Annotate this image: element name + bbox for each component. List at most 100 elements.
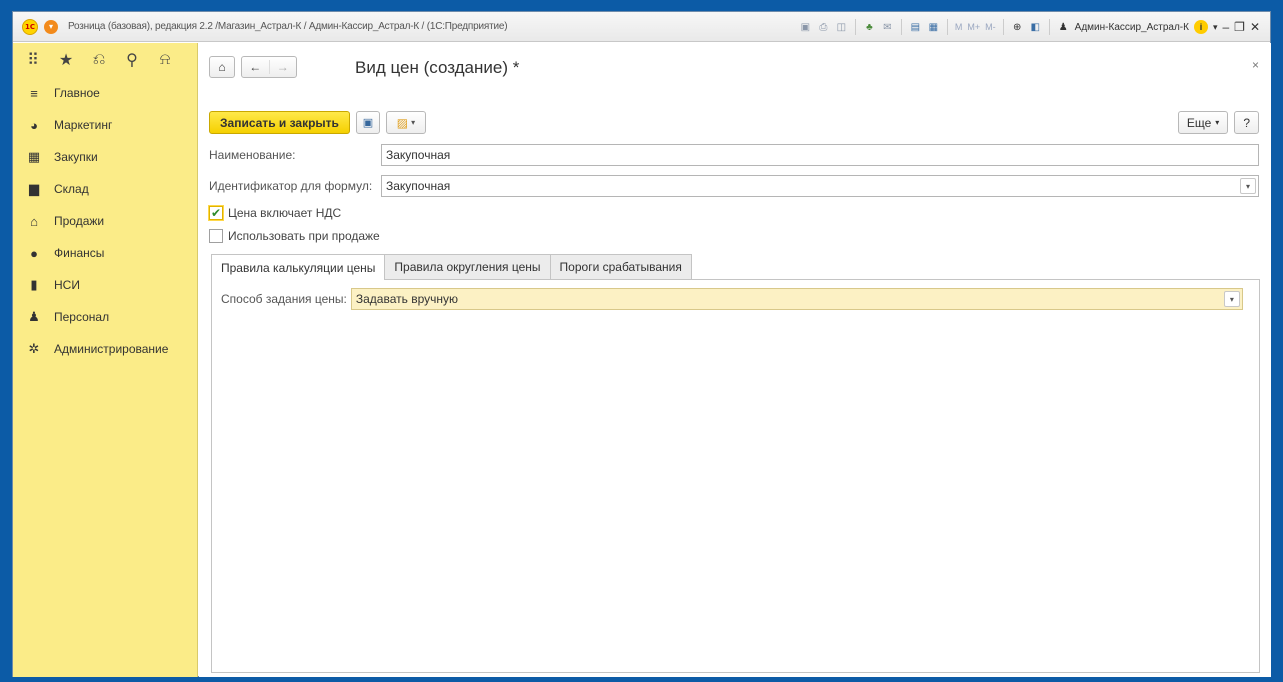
home-icon: ⌂ <box>218 60 226 74</box>
formula-id-label: Идентификатор для формул: <box>209 179 373 193</box>
vat-checkbox[interactable]: ✔ <box>209 206 223 220</box>
sidebar-item-finance[interactable]: ● Финансы <box>13 237 197 269</box>
title-toolbar: ▣ ⎙ ◫ ♣ ✉ ▤ ▦ M M+ M- ⊕ ◧ ♟ Админ-Кассир… <box>799 12 1260 42</box>
price-method-row: Способ задания цены: Задавать вручную ▾ <box>221 288 1243 310</box>
dropdown-icon[interactable]: ▾ <box>1213 22 1218 33</box>
floppy-icon: ▣ <box>362 117 374 129</box>
form-area: ⌂ ← → Вид цен (создание) * × Записать и … <box>199 43 1271 677</box>
main-menu-icon[interactable]: ▾ <box>44 19 58 34</box>
page-title: Вид цен (создание) * <box>355 58 520 77</box>
save-and-close-button[interactable]: Записать и закрыть <box>209 111 350 134</box>
users-icon[interactable]: ♣ <box>863 21 876 34</box>
sidebar-item-label: Персонал <box>54 310 110 324</box>
memory-plus-button[interactable]: M+ <box>967 22 980 32</box>
1c-logo-icon[interactable]: 1С <box>22 18 38 35</box>
toolbar-divider <box>1002 19 1004 35</box>
formula-field-row: Идентификатор для формул: Закупочная ▾ <box>209 175 1259 197</box>
toolbar-divider <box>1048 19 1050 35</box>
ruble-icon: ● <box>30 245 38 261</box>
checkmark-icon: ✔ <box>210 206 222 220</box>
books-icon: ▮ <box>30 277 38 292</box>
name-label: Наименование: <box>209 148 296 162</box>
use-in-sale-label: Использовать при продаже <box>228 229 380 243</box>
save-button[interactable]: ▣ <box>355 111 380 134</box>
star-icon[interactable]: ★ <box>58 50 74 70</box>
print-icon[interactable]: ⎙ <box>817 21 830 34</box>
preview-icon[interactable]: ◫ <box>835 21 848 34</box>
sidebar-item-label: Склад <box>54 182 89 196</box>
form-toolbar-right: Еще ▾ ? <box>1177 111 1259 134</box>
price-method-label: Способ задания цены: <box>221 292 347 306</box>
toolbar-divider <box>946 19 948 35</box>
tab-thresholds[interactable]: Пороги срабатывания <box>549 254 692 279</box>
sidebar-item-label: НСИ <box>54 278 80 292</box>
bell-icon[interactable]: ⍾ <box>157 51 173 69</box>
grid-icon[interactable]: ⠿ <box>25 50 41 70</box>
more-button[interactable]: Еще ▾ <box>1177 111 1229 134</box>
panels-icon[interactable]: ◧ <box>1029 21 1042 34</box>
tab-panel: Способ задания цены: Задавать вручную ▾ <box>211 279 1260 673</box>
sidebar-item-sales[interactable]: ⌂ Продажи <box>13 205 197 237</box>
create-based-on-button[interactable]: ▨ ▾ <box>385 111 426 134</box>
search-icon[interactable]: ⚲ <box>124 50 140 70</box>
dropdown-button[interactable]: ▾ <box>1223 291 1240 307</box>
save-icon[interactable]: ▣ <box>799 21 812 34</box>
pie-chart-icon: ◕ <box>30 117 38 133</box>
vat-checkbox-row[interactable]: ✔ Цена включает НДС <box>209 206 341 220</box>
basket-icon: ⌂ <box>30 213 38 229</box>
close-window-icon[interactable]: ✕ <box>1250 20 1260 34</box>
calculator-icon[interactable]: ▤ <box>909 21 922 34</box>
person-icon: ♟ <box>28 309 40 324</box>
back-arrow-icon[interactable]: ← <box>242 60 269 74</box>
restore-icon[interactable]: ❐ <box>1234 20 1245 34</box>
close-form-icon[interactable]: × <box>1252 58 1259 72</box>
current-user[interactable]: Админ-Кассир_Астрал-К <box>1075 22 1189 33</box>
sidebar-item-personnel[interactable]: ♟ Персонал <box>13 301 197 333</box>
dropdown-button[interactable]: ▾ <box>1240 178 1256 194</box>
minimize-icon[interactable]: – <box>1222 20 1229 34</box>
chevron-down-icon: ▾ <box>411 118 416 127</box>
use-in-sale-checkbox[interactable] <box>209 229 223 243</box>
price-method-select[interactable]: Задавать вручную ▾ <box>350 288 1243 310</box>
zoom-icon[interactable]: ⊕ <box>1011 21 1024 34</box>
toolbar-divider <box>900 19 902 35</box>
document-arrow-icon: ▨ <box>396 115 409 130</box>
history-icon[interactable]: ⎌ <box>91 51 107 69</box>
memory-m-button[interactable]: M <box>955 22 963 32</box>
app-window: 1С ▾ Розница (базовая), редакция 2.2 /Ма… <box>12 11 1271 677</box>
sidebar-item-label: Главное <box>54 86 100 100</box>
sidebar-item-warehouse[interactable]: ▆ Склад <box>13 173 197 205</box>
tab-calculation-rules[interactable]: Правила калькуляции цены <box>211 254 386 280</box>
list-icon: ≡ <box>30 85 38 101</box>
calendar-icon[interactable]: ▦ <box>927 21 940 34</box>
history-nav: ← → <box>241 56 297 78</box>
price-method-value: Задавать вручную <box>355 292 458 306</box>
navigation-buttons: ⌂ ← → <box>209 56 297 78</box>
mail-icon[interactable]: ✉ <box>881 21 894 34</box>
sections-sidebar: ⠿ ★ ⎌ ⚲ ⍾ ≡ Главное ◕ Маркетинг ▦ Закупк… <box>13 43 198 677</box>
sale-checkbox-row[interactable]: Использовать при продаже <box>209 229 380 243</box>
sidebar-item-main[interactable]: ≡ Главное <box>13 77 197 109</box>
formula-id-value: Закупочная <box>386 179 451 193</box>
info-icon[interactable]: i <box>1193 20 1208 34</box>
more-label: Еще <box>1186 115 1212 130</box>
home-button[interactable]: ⌂ <box>209 56 235 78</box>
sidebar-item-marketing[interactable]: ◕ Маркетинг <box>13 109 197 141</box>
gear-icon: ✲ <box>28 341 40 356</box>
chevron-down-icon: ▾ <box>1215 118 1220 127</box>
sidebar-item-label: Закупки <box>54 150 98 164</box>
name-input[interactable]: Закупочная <box>381 144 1259 166</box>
sidebar-item-purchases[interactable]: ▦ Закупки <box>13 141 197 173</box>
window-title: Розница (базовая), редакция 2.2 /Магазин… <box>68 21 508 32</box>
sidebar-item-reference[interactable]: ▮ НСИ <box>13 269 197 301</box>
sidebar-item-administration[interactable]: ✲ Администрирование <box>13 333 197 365</box>
forward-arrow-icon[interactable]: → <box>268 60 297 74</box>
form-tabs: Правила калькуляции цены Правила округле… <box>211 254 692 280</box>
form-toolbar: Записать и закрыть ▣ ▨ ▾ <box>209 111 426 134</box>
cart-icon: ▦ <box>27 149 41 164</box>
help-button[interactable]: ? <box>1234 111 1259 134</box>
formula-id-input[interactable]: Закупочная ▾ <box>381 175 1259 197</box>
tab-rounding-rules[interactable]: Правила округления цены <box>384 254 551 279</box>
sidebar-top-icons: ⠿ ★ ⎌ ⚲ ⍾ <box>13 43 197 77</box>
memory-minus-button[interactable]: M- <box>985 22 996 32</box>
